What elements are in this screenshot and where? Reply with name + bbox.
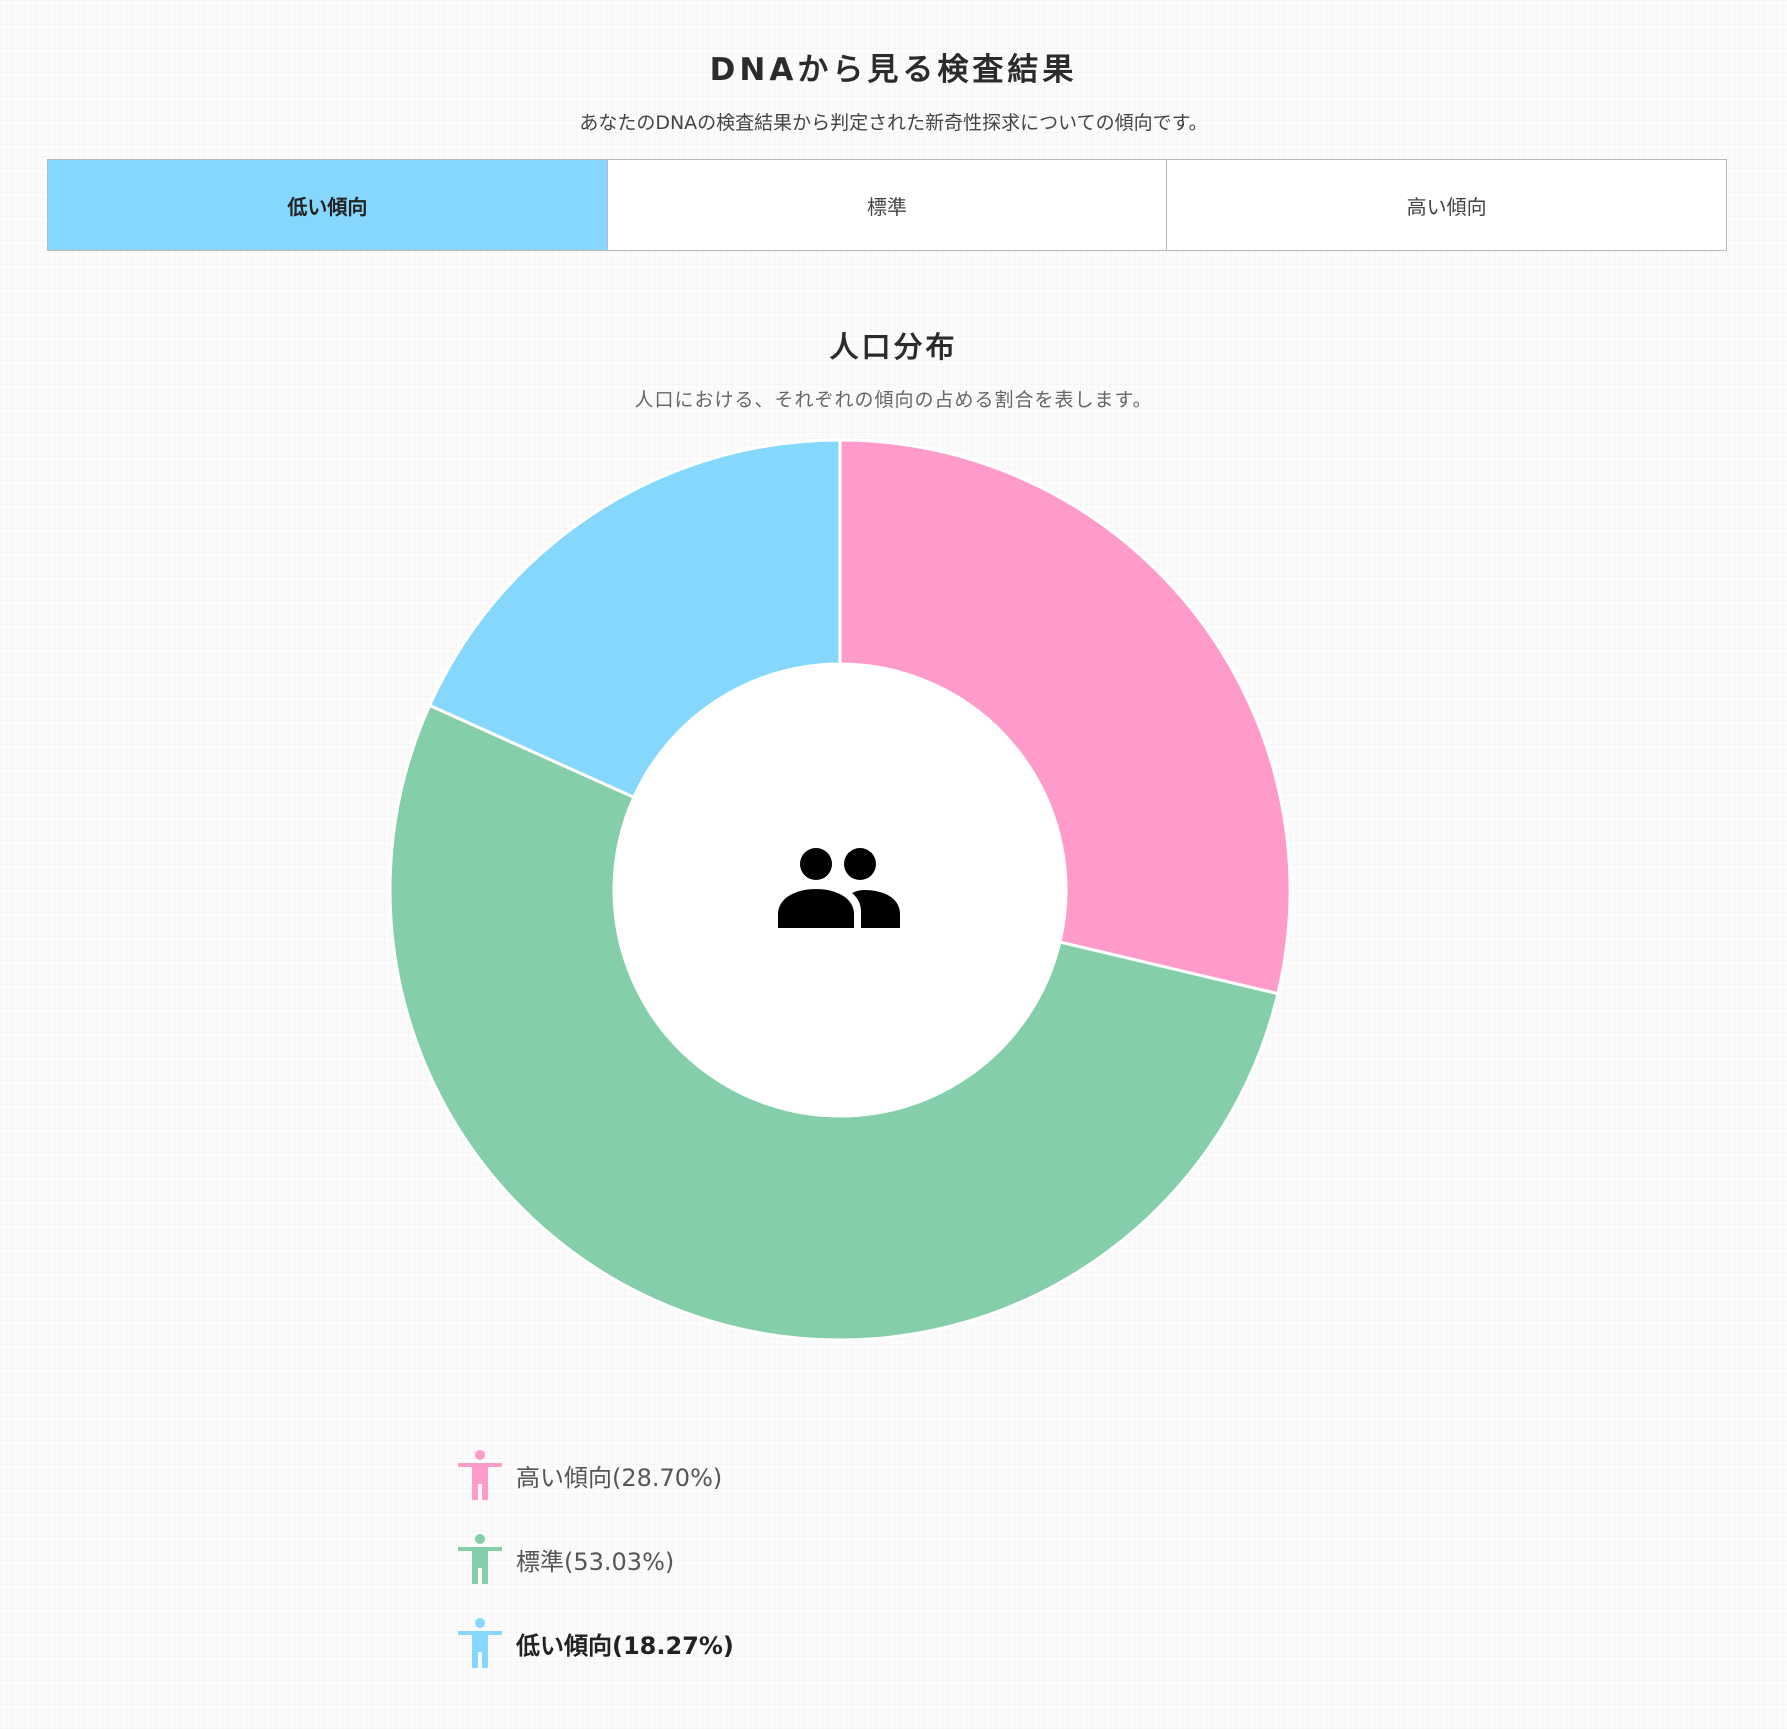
tab-low[interactable]: 低い傾向: [48, 160, 607, 250]
page-title: DNAから見る検査結果: [709, 52, 1078, 88]
legend-item-low[interactable]: 低い傾向(18.27%): [458, 1618, 734, 1668]
legend-label: 高い傾向(28.70%): [516, 1463, 723, 1492]
person-icon: [458, 1618, 502, 1668]
legend-label: 標準(53.03%): [516, 1547, 675, 1576]
person-icon: [458, 1534, 502, 1584]
legend-item-high[interactable]: 高い傾向(28.70%): [458, 1450, 734, 1500]
legend-item-standard[interactable]: 標準(53.03%): [458, 1534, 734, 1584]
people-icon: [778, 848, 900, 928]
tendency-tabs: 低い傾向 標準 高い傾向: [47, 159, 1727, 251]
donut-slice-0: [838, 438, 1292, 996]
legend-label: 低い傾向(18.27%): [516, 1631, 734, 1660]
chart-title: 人口分布: [829, 330, 958, 364]
chart-legend: 高い傾向(28.70%) 標準(53.03%) 低い傾向(18.27%): [458, 1450, 734, 1702]
chart-subtitle: 人口における、それぞれの傾向の占める割合を表します。: [634, 389, 1153, 411]
donut-slice-1: [388, 703, 1280, 1342]
tab-standard[interactable]: 標準: [606, 160, 1167, 250]
donut-slice-2: [427, 438, 842, 800]
page-subtitle: あなたのDNAの検査結果から判定された新奇性探求についての傾向です。: [579, 112, 1208, 134]
tab-high[interactable]: 高い傾向: [1166, 160, 1726, 250]
person-icon: [458, 1450, 502, 1500]
